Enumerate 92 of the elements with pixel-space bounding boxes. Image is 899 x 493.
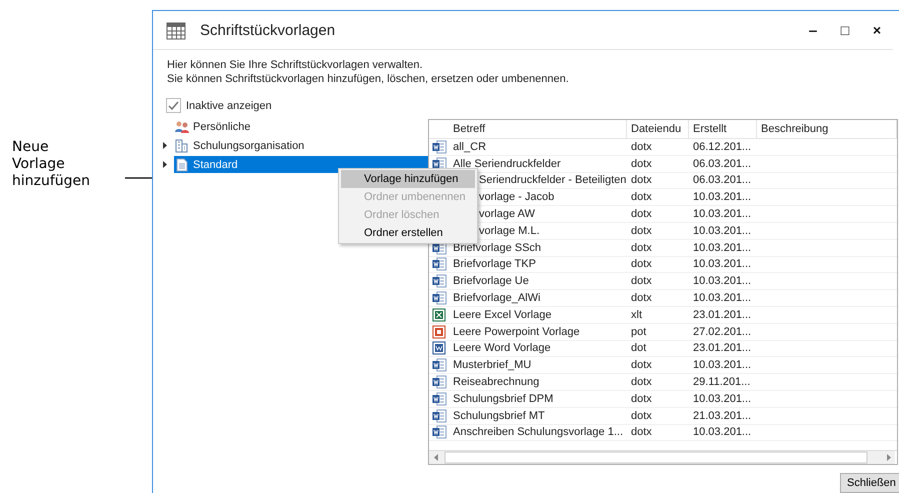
table-cell-text: dotx	[630, 292, 653, 304]
table-cell-text: dotx	[630, 208, 653, 220]
table-cell-text: Leere Powerpoint Vorlage	[452, 326, 581, 338]
word-document-icon	[432, 257, 446, 272]
table-cell-text: 10.03.201...	[692, 208, 752, 220]
table-cell-text: dotx	[630, 174, 653, 186]
close-button[interactable]: Schließen	[840, 473, 899, 493]
column-header[interactable]: Beschreibung	[757, 120, 897, 138]
table-cell-text: dotx	[630, 140, 653, 153]
table-cell-text: all_CR	[452, 140, 488, 153]
word-document-icon	[432, 358, 446, 372]
table-cell-text: 10.03.201...	[692, 258, 752, 270]
people-icon	[174, 120, 190, 134]
table-cell-text: dotx	[630, 158, 653, 170]
table-cell-text: 10.03.201...	[692, 224, 752, 237]
table-cell-text: Reiseabrechnung	[452, 376, 540, 388]
table-cell-text: Leere Excel Vorlage	[452, 308, 552, 321]
checkbox-label: Inaktive anzeigen	[186, 100, 272, 112]
column-header[interactable]: Dateiendu	[627, 120, 689, 138]
table-cell-text: 10.03.201...	[692, 359, 752, 372]
presentation-icon	[432, 324, 446, 339]
table-cell-text: vorlage AW	[478, 208, 536, 220]
tree-item[interactable]: Standard	[174, 156, 428, 173]
table-cell-text: 06.03.201...	[692, 174, 752, 186]
table-cell-text: vorlage M.L.	[478, 224, 541, 237]
table-cell-text: xlt	[630, 308, 643, 321]
word-document-icon	[432, 408, 446, 423]
menu-item[interactable]: Ordner erstellen	[341, 224, 475, 242]
table-cell-text: pot	[630, 326, 648, 338]
table-cell-text: 29.11.201...	[692, 376, 752, 388]
table-cell-text: Briefvorlage Ue	[452, 275, 530, 288]
horizontal-scrollbar[interactable]	[429, 451, 895, 464]
expand-arrow-icon[interactable]	[163, 142, 167, 149]
window-control[interactable]: □	[829, 22, 861, 38]
expand-arrow-icon[interactable]	[163, 161, 167, 168]
tree-item[interactable]: Persönliche	[174, 118, 254, 135]
table-cell-text: 10.03.201...	[692, 242, 752, 254]
window-title: Schriftstückvorlagen	[200, 22, 336, 38]
column-header[interactable]: Erstellt	[689, 120, 757, 138]
table-cell-text: dotx	[630, 242, 653, 254]
table-cell-text: 21.03.201...	[692, 410, 752, 422]
table-cell-text: 10.03.201...	[692, 426, 752, 438]
table-cell-text: dotx	[630, 410, 653, 422]
table-cell-text: dotx	[630, 258, 653, 270]
table-cell-text: dotx	[630, 376, 653, 388]
column-header[interactable]: Betreff	[449, 120, 627, 138]
word-document-icon	[432, 156, 446, 171]
word-document-icon	[432, 140, 446, 154]
table-cell-text: dot	[630, 342, 648, 354]
building-icon	[174, 138, 190, 152]
table-cell-text: 27.02.201...	[692, 326, 752, 338]
table-cell-text: dotx	[630, 359, 653, 372]
table-cell-text: Briefvorlage_AlWi	[452, 292, 542, 304]
table-cell-text: 10.03.201...	[692, 292, 752, 304]
table-cell-text: 10.03.201...	[692, 275, 752, 288]
table-cell-text: Schulungsbrief MT	[452, 410, 546, 422]
window-control[interactable]: ‒	[797, 22, 829, 38]
word-document-icon	[432, 375, 446, 390]
table-cell-text: dotx	[630, 191, 653, 204]
table-cell-text: 10.03.201...	[692, 191, 752, 204]
table-cell-text: dotx	[630, 392, 653, 405]
menu-item[interactable]: Vorlage hinzufügen	[341, 170, 475, 188]
table-icon	[166, 20, 186, 40]
word-document-icon	[432, 341, 446, 356]
document-icon	[174, 158, 190, 172]
table-cell-text: 06.03.201...	[692, 158, 752, 170]
intro-text: Sie können Schriftstückvorlagen hinzufügen, löschen, ersetzen oder umbenennen.	[167, 72, 570, 86]
tree-item[interactable]: Schulungsorganisation	[174, 137, 308, 154]
table-cell-text: Anschreiben Schulungsvorlage 1...	[452, 426, 624, 438]
window-control[interactable]: ×	[861, 22, 893, 38]
table-cell-text: Musterbrief_MU	[452, 359, 532, 372]
word-document-icon	[432, 291, 446, 306]
word-document-icon	[432, 425, 446, 440]
table-cell-text: dotx	[630, 224, 653, 237]
table-cell-text: Briefvorlage TKP	[452, 258, 537, 270]
table-cell-text: Schulungsbrief DPM	[452, 392, 554, 405]
table-cell-text: 10.03.201...	[692, 392, 752, 405]
table-cell-text: 06.12.201...	[692, 140, 752, 153]
checkbox[interactable]	[166, 98, 181, 113]
table-cell-text: 23.01.201...	[692, 342, 752, 354]
table-cell-text: Briefvorlage SSch	[452, 242, 542, 254]
table-cell-text: Leere Word Vorlage	[452, 342, 552, 354]
table-cell-text: Alle Seriendruckfelder	[452, 158, 562, 170]
intro-text: Hier können Sie Ihre Schriftstückvorlagen verwalten.	[167, 58, 424, 72]
table-cell-text: dotx	[630, 275, 653, 288]
word-document-icon	[432, 392, 446, 406]
spreadsheet-icon	[432, 308, 446, 322]
check-icon	[168, 100, 179, 110]
word-document-icon	[432, 274, 446, 288]
table-cell-text: 23.01.201...	[692, 308, 752, 321]
callout-text: Neue Vorlage hinzufügen	[12, 139, 92, 190]
table-cell-text: dotx	[630, 426, 653, 438]
